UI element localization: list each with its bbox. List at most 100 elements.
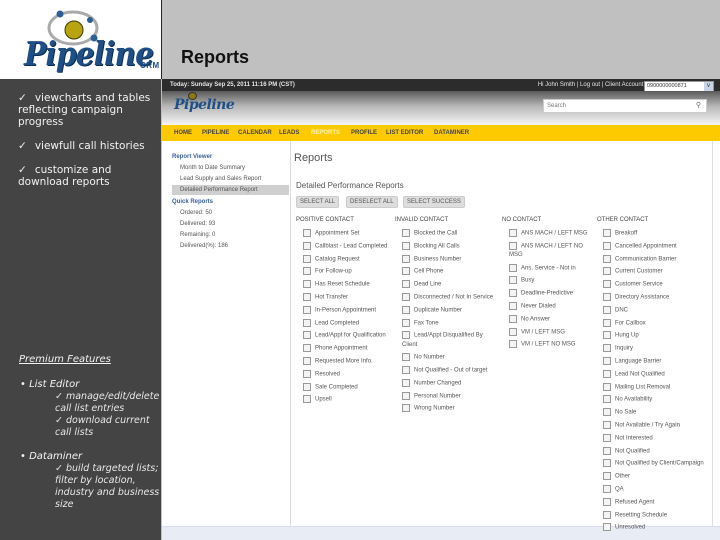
disposition-option[interactable]: Upsell — [303, 395, 332, 404]
disposition-option[interactable]: Blocking All Calls — [402, 241, 460, 250]
disposition-option[interactable]: Breakoff — [603, 229, 637, 237]
report-link[interactable]: Lead Supply and Sales Report — [180, 176, 261, 182]
checkbox[interactable] — [303, 318, 311, 327]
checkbox[interactable] — [402, 404, 410, 413]
report-link-selected[interactable]: Detailed Performance Report — [172, 185, 289, 195]
checkbox[interactable] — [402, 318, 410, 327]
checkbox[interactable] — [603, 369, 611, 378]
checkbox[interactable] — [303, 254, 311, 263]
checkbox[interactable] — [603, 254, 611, 263]
disposition-option[interactable]: QA — [603, 485, 624, 493]
disposition-option[interactable]: Deadline-Predictive — [509, 289, 573, 298]
disposition-option[interactable]: Disconnected / Not In Service — [402, 293, 493, 301]
checkbox[interactable] — [603, 523, 611, 532]
checkbox[interactable] — [603, 408, 611, 417]
disposition-option[interactable]: ANS MACH / LEFT MSG — [509, 229, 588, 237]
checkbox[interactable] — [603, 241, 611, 250]
checkbox[interactable] — [402, 280, 410, 289]
disposition-option[interactable]: Lead/Appt for Qualification — [303, 331, 386, 340]
checkbox[interactable] — [402, 378, 410, 387]
checkbox[interactable] — [303, 229, 311, 237]
checkbox[interactable] — [303, 293, 311, 301]
disposition-option[interactable]: Sale Completed — [303, 382, 358, 391]
disposition-option[interactable]: VM / LEFT NO MSG — [509, 340, 576, 349]
disposition-option[interactable]: In-Person Appointment — [303, 305, 376, 314]
disposition-option[interactable]: Hung Up — [603, 331, 639, 340]
checkbox[interactable] — [303, 241, 311, 250]
nav-profile[interactable]: PROFILE — [351, 125, 377, 141]
checkbox[interactable] — [603, 305, 611, 314]
checkbox[interactable] — [603, 459, 611, 468]
checkbox[interactable] — [603, 433, 611, 442]
disposition-option[interactable]: Refused Agent — [603, 497, 654, 506]
disposition-option[interactable]: No Number — [402, 353, 445, 362]
disposition-option[interactable]: Requested More Info. — [303, 357, 373, 365]
nav-list-editor[interactable]: LIST EDITOR — [386, 125, 423, 141]
checkbox[interactable] — [402, 241, 410, 250]
checkbox[interactable] — [509, 340, 517, 349]
disposition-option[interactable]: Customer Service — [603, 280, 663, 289]
checkbox[interactable] — [603, 421, 611, 429]
disposition-option[interactable]: Fax Tone — [402, 318, 439, 327]
disposition-option[interactable]: Never Dialed — [509, 301, 556, 310]
app-logo[interactable]: Pipeline — [174, 92, 235, 113]
checkbox[interactable] — [402, 254, 410, 263]
checkbox[interactable] — [509, 301, 517, 310]
disposition-option[interactable]: Unresolved — [603, 523, 645, 532]
disposition-option[interactable]: Hot Transfer — [303, 293, 348, 301]
nav-pipeline[interactable]: PIPELINE — [202, 125, 229, 141]
disposition-option[interactable]: Resolved — [303, 369, 340, 378]
disposition-option[interactable]: Ans. Service - Not in — [509, 263, 576, 272]
checkbox[interactable] — [303, 369, 311, 378]
disposition-option[interactable]: Not Qualified by Client/Campaign — [603, 459, 704, 468]
checkbox[interactable] — [303, 280, 311, 289]
disposition-option[interactable]: Catalog Request — [303, 254, 360, 263]
checkbox[interactable] — [303, 344, 311, 353]
disposition-option[interactable]: Lead/Appt Disqualified By Client — [402, 331, 497, 350]
checkbox[interactable] — [402, 229, 410, 237]
checkbox[interactable] — [303, 331, 311, 340]
checkbox[interactable] — [603, 293, 611, 301]
disposition-option[interactable]: Phone Appointment — [303, 344, 367, 353]
disposition-option[interactable]: Not Available / Try Again — [603, 421, 680, 429]
disposition-option[interactable]: ANS MACH / LEFT NO MSG — [509, 241, 589, 261]
disposition-option[interactable]: Cell Phone — [402, 267, 443, 276]
disposition-option[interactable]: Business Number — [402, 254, 461, 263]
nav-leads[interactable]: LEADS — [279, 125, 299, 141]
nav-dataminer[interactable]: DATAMINER — [434, 125, 469, 141]
disposition-option[interactable]: Personal Number — [402, 391, 461, 400]
disposition-option[interactable]: Communication Barrier — [603, 254, 676, 263]
disposition-option[interactable]: For Callbox — [603, 318, 646, 327]
disposition-option[interactable]: Has Reset Schedule — [303, 280, 370, 289]
disposition-option[interactable]: Lead Not Qualified — [603, 369, 665, 378]
disposition-option[interactable]: Cancelled Appointment — [603, 241, 677, 250]
chevron-down-icon[interactable]: v — [704, 82, 713, 91]
checkbox[interactable] — [509, 327, 517, 336]
checkbox[interactable] — [303, 267, 311, 276]
checkbox[interactable] — [509, 241, 517, 250]
checkbox[interactable] — [509, 314, 517, 323]
disposition-option[interactable]: Appointment Set — [303, 229, 359, 237]
checkbox[interactable] — [303, 382, 311, 391]
disposition-option[interactable]: Busy — [509, 276, 534, 285]
checkbox[interactable] — [509, 263, 517, 272]
checkbox[interactable] — [509, 289, 517, 298]
checkbox[interactable] — [603, 382, 611, 391]
checkbox[interactable] — [402, 331, 410, 340]
checkbox[interactable] — [603, 318, 611, 327]
disposition-option[interactable]: Other — [603, 472, 630, 481]
disposition-option[interactable]: Lead Completed — [303, 318, 359, 327]
checkbox[interactable] — [603, 485, 611, 493]
search-input[interactable]: Search ⚲ — [543, 99, 707, 113]
select-success-button[interactable]: SELECT SUCCESS — [403, 196, 465, 208]
checkbox[interactable] — [603, 344, 611, 353]
disposition-option[interactable]: Resetting Schedule — [603, 510, 667, 519]
report-link[interactable]: Month to Date Summary — [180, 165, 245, 171]
checkbox[interactable] — [603, 446, 611, 455]
checkbox[interactable] — [303, 305, 311, 314]
disposition-option[interactable]: Not Qualified — [603, 446, 650, 455]
checkbox[interactable] — [402, 353, 410, 362]
checkbox[interactable] — [402, 293, 410, 301]
disposition-option[interactable]: Language Barrier — [603, 357, 661, 365]
disposition-option[interactable]: No Availability — [603, 395, 652, 404]
